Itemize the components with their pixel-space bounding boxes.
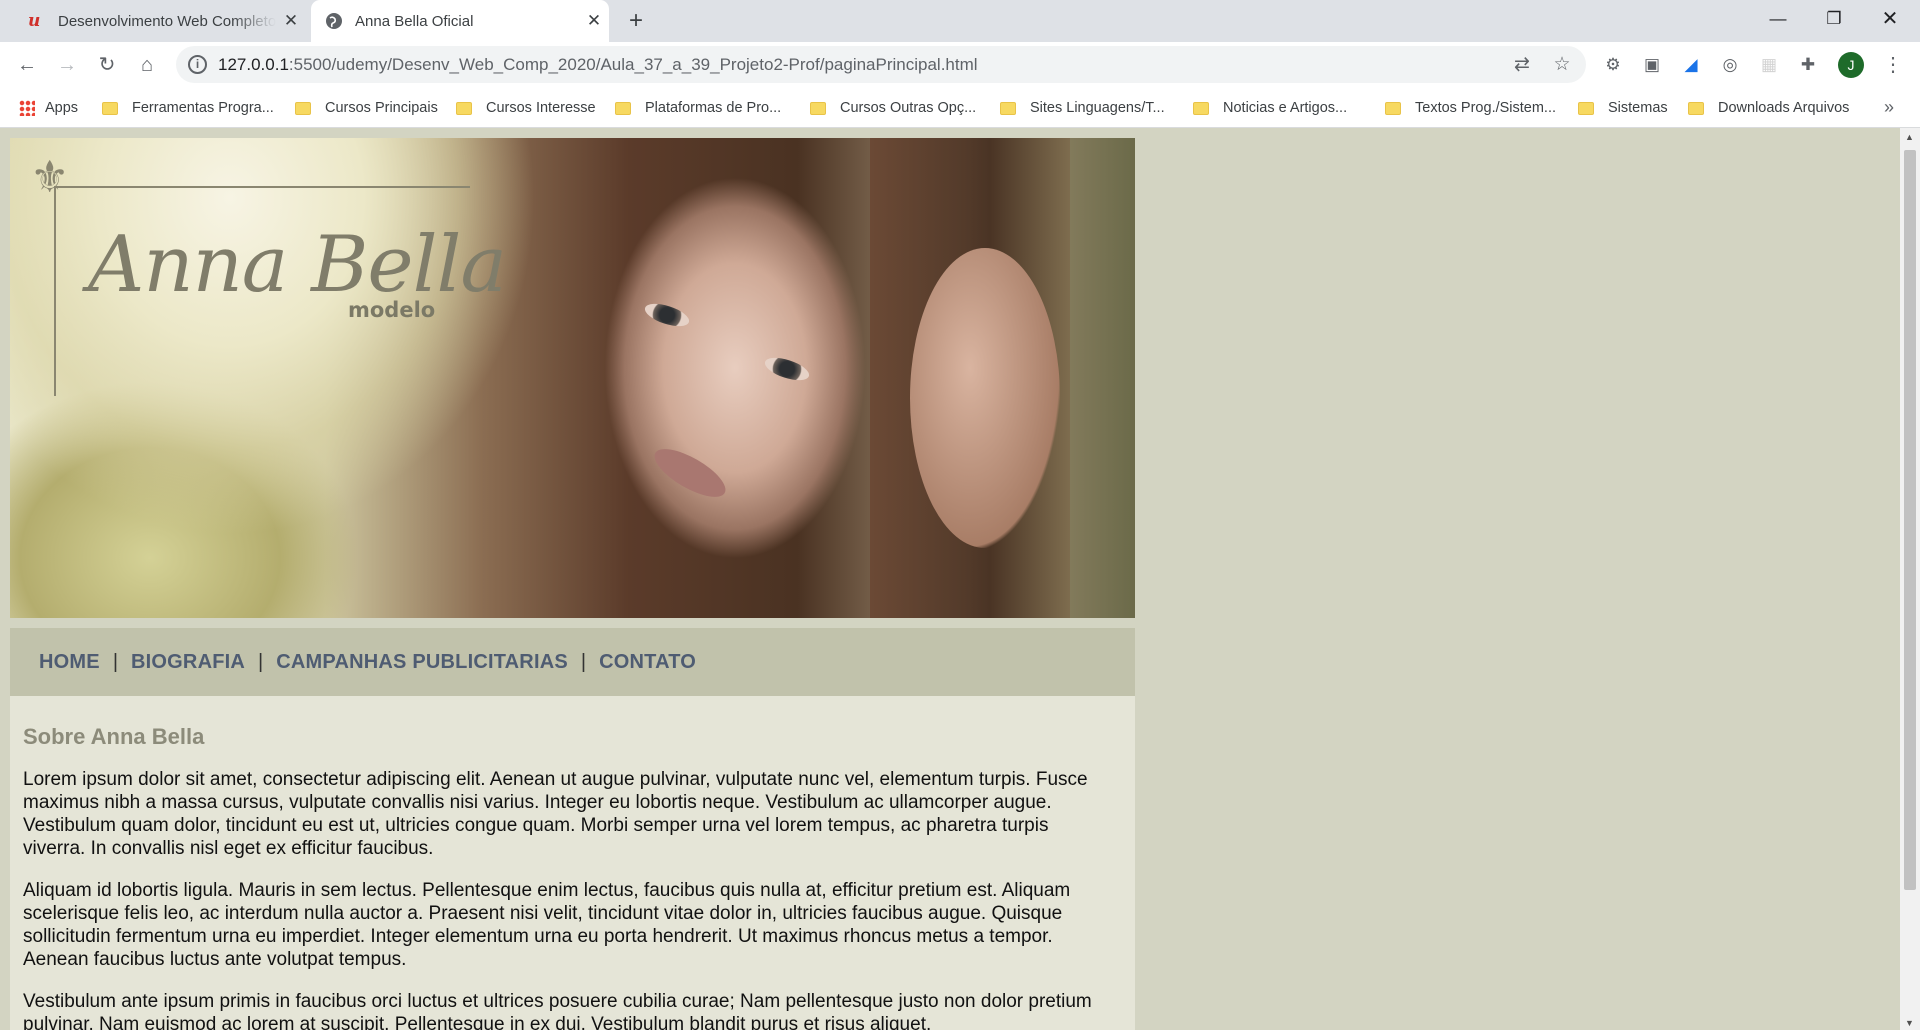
folder-icon [1688,101,1704,115]
profile-avatar[interactable]: J [1838,52,1864,78]
extension-settings-icon[interactable]: ⚙ [1600,52,1626,78]
folder-icon [1385,101,1401,115]
tab-udemy[interactable]: u Desenvolvimento Web Completo ✕ [16,0,306,42]
menu-link-contato[interactable]: CONTATO [599,651,696,674]
url-path: :5500/udemy/Desenv_Web_Comp_2020/Aula_37… [288,55,978,74]
more-menu-icon[interactable]: ⋮ [1880,50,1906,80]
extension-blue-icon[interactable]: ◢ [1678,52,1704,78]
bookmark-folder[interactable]: Noticias e Artigos... [1193,88,1347,128]
folder-icon [456,101,472,115]
tab-anna-bella[interactable]: Anna Bella Oficial ✕ [311,0,609,42]
bookmark-folder[interactable]: Downloads Arquivos [1688,88,1849,128]
page-viewport: ⚜ Anna Bella modelo HOME | BIOGRAFIA | C… [0,128,1900,1030]
restore-icon[interactable]: ❐ [1806,0,1862,40]
extensions-puzzle-icon[interactable]: ✚ [1795,52,1821,78]
url-host: 127.0.0.1 [218,55,289,74]
bookmark-folder[interactable]: Cursos Interesse [456,88,596,128]
logo-frame-line [54,186,470,188]
bookmark-label: Cursos Interesse [486,100,596,116]
bookmark-star-icon[interactable]: ☆ [1549,52,1575,78]
bookmark-folder[interactable]: Plataformas de Pro... [615,88,781,128]
browser-toolbar: ← → ↻ ⌂ i 127.0.0.1:5500/udemy/Desenv_We… [0,42,1920,88]
bookmark-label: Sites Linguagens/T... [1030,100,1165,116]
globe-icon [326,13,342,29]
folder-icon [615,101,631,115]
extension-code-icon[interactable]: ◎ [1717,52,1743,78]
bookmark-folder[interactable]: Cursos Principais [295,88,438,128]
apps-grid-icon [19,100,35,116]
url-text[interactable]: 127.0.0.1:5500/udemy/Desenv_Web_Comp_202… [218,46,978,83]
scroll-thumb[interactable] [1904,150,1916,890]
menu-link-home[interactable]: HOME [39,651,100,674]
folder-icon [1578,101,1594,115]
tab-strip: u Desenvolvimento Web Completo ✕ Anna Be… [0,0,1920,42]
address-bar[interactable]: i 127.0.0.1:5500/udemy/Desenv_Web_Comp_2… [176,46,1586,83]
folder-icon [1000,101,1016,115]
folder-icon [295,101,311,115]
window-close-icon[interactable]: ✕ [1862,0,1918,40]
menu-separator: | [112,650,119,673]
banner-photo-face [570,158,900,624]
extension-blank-icon[interactable]: ▦ [1756,52,1782,78]
bookmark-label: Plataformas de Pro... [645,100,782,116]
banner-divider [10,618,1135,624]
header-banner: ⚜ Anna Bella modelo [10,138,1135,624]
udemy-icon: u [28,11,41,31]
bookmark-folder[interactable]: Textos Prog./Sistem... [1385,88,1556,128]
site-container: ⚜ Anna Bella modelo HOME | BIOGRAFIA | C… [10,138,1135,1030]
tab-title: Desenvolvimento Web Completo [58,12,276,30]
bookmark-label: Apps [45,100,79,116]
logo-subtitle: modelo [348,298,436,322]
bookmark-label: Cursos Principais [325,100,438,116]
scroll-up-icon[interactable]: ▲ [1905,132,1914,142]
bookmark-label: Textos Prog./Sistem... [1415,100,1557,116]
banner-photo-hand [910,248,1060,548]
bookmark-label: Ferramentas Progra... [132,100,274,116]
bookmark-label: Noticias e Artigos... [1223,100,1348,116]
folder-icon [1193,101,1209,115]
new-tab-button[interactable]: + [620,6,652,36]
reload-icon[interactable]: ↻ [91,49,123,81]
folder-icon [102,101,118,115]
close-icon[interactable]: ✕ [276,11,306,31]
home-icon[interactable]: ⌂ [131,49,163,81]
bookmarks-bar: Apps Ferramentas Progra... Cursos Princi… [0,88,1920,128]
menu-separator: | [258,650,264,673]
bookmark-label: Sistemas [1608,100,1668,116]
bookmark-label: Cursos Outras Opç... [840,100,977,116]
close-icon[interactable]: ✕ [579,11,609,31]
info-icon[interactable]: i [188,55,207,74]
bookmark-folder[interactable]: Sistemas [1578,88,1668,128]
bookmark-folder[interactable]: Ferramentas Progra... [102,88,274,128]
bookmark-label: Downloads Arquivos [1718,100,1850,116]
vertical-scrollbar[interactable]: ▲ ▼ [1900,128,1920,1030]
minimize-icon[interactable]: — [1750,0,1806,40]
fleur-de-lis-icon: ⚜ [30,152,70,203]
bookmark-folder[interactable]: Cursos Outras Opç... [810,88,976,128]
logo-frame-line [54,186,56,396]
content-paragraph: Lorem ipsum dolor sit amet, consectetur … [23,769,1088,859]
main-menu: HOME | BIOGRAFIA | CAMPANHAS PUBLICITARI… [10,628,1135,696]
scroll-down-icon[interactable]: ▼ [1905,1018,1914,1028]
menu-link-campanhas[interactable]: CAMPANHAS PUBLICITARIAS [276,651,568,674]
screen-capture-icon[interactable]: ▣ [1639,52,1665,78]
translate-icon[interactable]: ⇄ [1509,52,1535,78]
back-icon[interactable]: ← [11,49,43,81]
content-paragraph: Vestibulum ante ipsum primis in faucibus… [23,991,1092,1030]
logo-name: Anna Bella [88,220,507,310]
content-paragraph: Aliquam id lobortis ligula. Mauris in se… [23,880,1071,970]
menu-link-biografia[interactable]: BIOGRAFIA [131,651,245,674]
bookmark-folder[interactable]: Sites Linguagens/T... [1000,88,1165,128]
folder-icon [810,101,826,115]
bookmark-apps[interactable]: Apps [19,88,78,128]
menu-separator: | [580,650,587,673]
forward-icon[interactable]: → [51,49,83,81]
tab-title: Anna Bella Oficial [355,12,474,30]
main-content: Sobre Anna Bella Lorem ipsum dolor sit a… [10,696,1135,1030]
section-heading: Sobre Anna Bella [23,724,205,749]
more-bookmarks-icon[interactable]: » [1884,88,1894,128]
